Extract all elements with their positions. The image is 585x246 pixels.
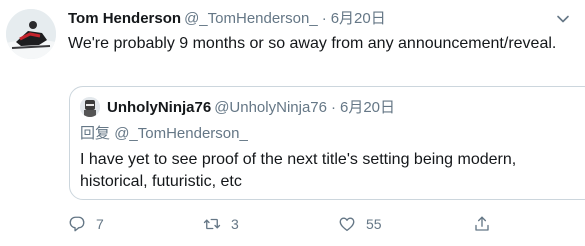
avatar[interactable] [6,9,56,59]
chevron-down-icon[interactable] [555,11,571,27]
share-button[interactable] [473,212,491,236]
like-count: 55 [366,216,382,232]
like-button[interactable]: 55 [338,212,382,236]
avatar-image [6,9,56,59]
tweet-date[interactable]: 6月20日 [331,10,386,27]
retweet-button[interactable]: 3 [203,212,239,236]
quoted-date[interactable]: 6月20日 [340,99,395,116]
separator-dot: · [321,10,327,27]
action-bar: 7 3 55 [68,212,498,236]
tweet-text: We're probably 9 months or so away from … [68,35,557,52]
heart-icon [339,217,355,232]
retweet-icon [203,218,221,230]
quoted-separator-dot: · [330,99,336,116]
tweet[interactable]: Tom Henderson @_TomHenderson_ · 6月20日 We're… [0,0,585,246]
reply-prefix: 回复 [80,125,111,142]
quoted-avatar[interactable] [80,97,100,117]
quoted-header: UnholyNinja76 @UnholyNinja76 · 6月20日 [107,98,395,118]
quoted-author-handle[interactable]: @UnholyNinja76 [214,99,327,116]
tweet-header: Tom Henderson @_TomHenderson_ · 6月20日 [68,9,386,29]
retweet-count: 3 [231,216,239,232]
reply-mention[interactable]: @_TomHenderson_ [114,125,248,142]
share-icon [475,216,489,231]
replying-to: 回复 @_TomHenderson_ [80,124,248,144]
quoted-author-name[interactable]: UnholyNinja76 [107,99,211,116]
quoted-avatar-image [80,97,100,117]
reply-icon [69,216,85,232]
quoted-tweet[interactable]: UnholyNinja76 @UnholyNinja76 · 6月20日 回复 @_T… [69,86,585,200]
quoted-text: I have yet to see proof of the next titl… [80,151,517,190]
author-handle[interactable]: @_TomHenderson_ [184,10,318,27]
author-name[interactable]: Tom Henderson [68,10,181,27]
reply-count: 7 [96,216,104,232]
reply-button[interactable]: 7 [68,212,104,236]
